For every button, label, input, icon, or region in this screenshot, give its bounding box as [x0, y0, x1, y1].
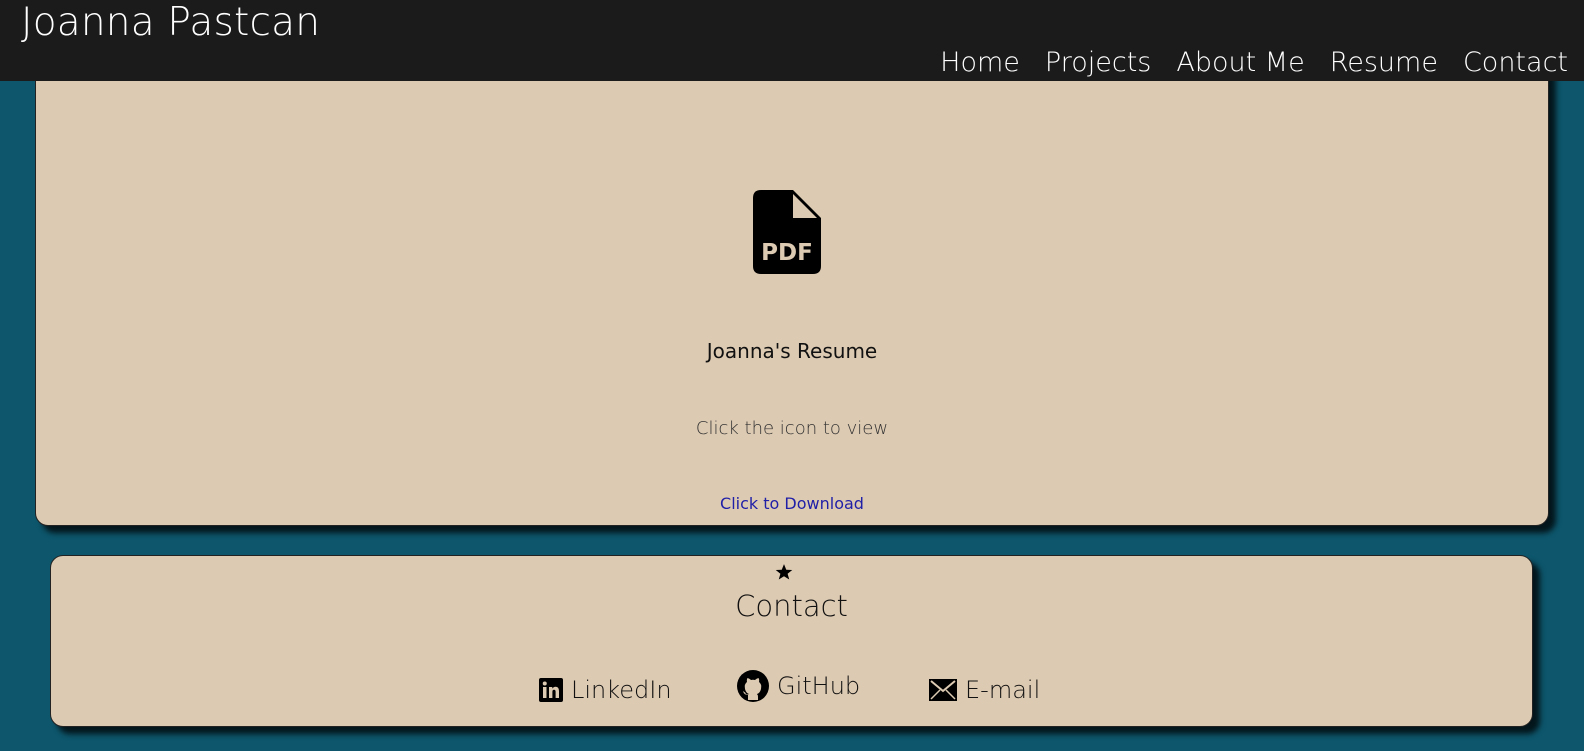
envelope-icon	[929, 679, 957, 701]
linkedin-icon	[539, 678, 563, 702]
top-navbar: Joanna Pastcan Home Projects About Me Re…	[0, 0, 1584, 81]
resume-title: Joanna's Resume	[706, 339, 878, 363]
nav-home[interactable]: Home	[940, 47, 1020, 78]
pdf-icon-label: PDF	[761, 240, 813, 266]
site-brand[interactable]: Joanna Pastcan	[21, 0, 320, 45]
contact-heading: Contact	[735, 589, 848, 623]
resume-hint: Click the icon to view	[695, 418, 889, 439]
email-link[interactable]: E-mail	[929, 676, 1040, 704]
resume-card: PDF Joanna's Resume Click the icon to vi…	[35, 60, 1549, 526]
linkedin-link[interactable]: LinkedIn	[539, 676, 672, 704]
pdf-file-icon[interactable]: PDF	[753, 190, 821, 274]
linkedin-label: LinkedIn	[571, 676, 672, 704]
github-icon	[737, 670, 769, 702]
github-link[interactable]: GitHub	[737, 670, 860, 702]
nav-about-me[interactable]: About Me	[1176, 47, 1304, 78]
nav-projects[interactable]: Projects	[1045, 47, 1151, 78]
download-resume-link[interactable]: Click to Download	[36, 494, 1548, 513]
main-nav: Home Projects About Me Resume Contact	[940, 47, 1568, 78]
star-icon	[775, 564, 793, 580]
github-label: GitHub	[777, 672, 861, 700]
contact-card: Contact LinkedIn GitHub E-mail	[50, 555, 1533, 727]
nav-contact[interactable]: Contact	[1463, 47, 1568, 78]
nav-resume[interactable]: Resume	[1330, 47, 1438, 78]
email-label: E-mail	[965, 676, 1041, 704]
